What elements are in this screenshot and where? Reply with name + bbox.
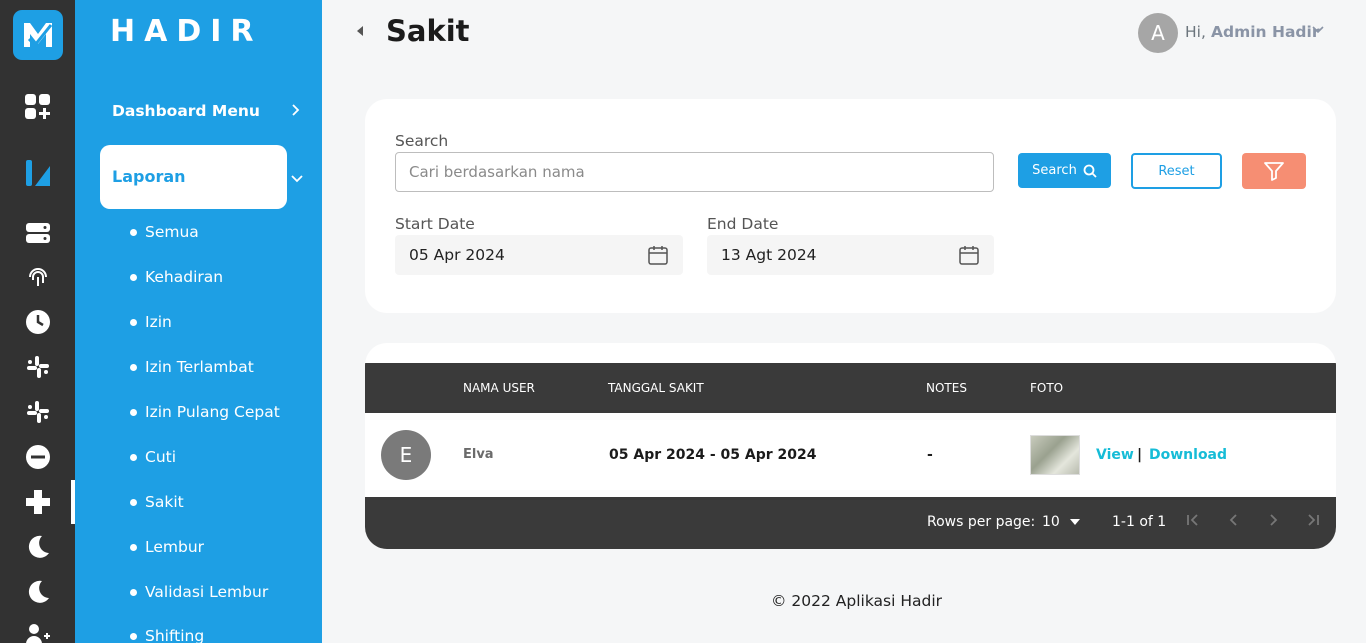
calendar-icon[interactable] bbox=[958, 244, 980, 266]
chevron-down-icon[interactable] bbox=[1312, 23, 1324, 37]
bullet-icon bbox=[130, 318, 137, 326]
search-icon bbox=[1083, 164, 1097, 178]
table-card: NAMA USER TANGGAL SAKIT NOTES FOTO E Elv… bbox=[365, 343, 1336, 549]
filter-icon bbox=[1264, 162, 1284, 181]
footer-copyright: © 2022 Aplikasi Hadir bbox=[771, 592, 943, 610]
search-button[interactable]: Search bbox=[1018, 153, 1111, 188]
sidebar-subitem-validasi-lembur[interactable]: Validasi Lembur bbox=[130, 583, 268, 601]
brand-logo: HADIR bbox=[110, 14, 263, 49]
sidebar-subitem-label: Validasi Lembur bbox=[145, 583, 269, 601]
view-link[interactable]: View bbox=[1096, 447, 1134, 463]
sidebar-subitem-sakit[interactable]: Sakit bbox=[130, 493, 184, 511]
search-label: Search bbox=[395, 132, 449, 150]
minus-circle-icon[interactable] bbox=[23, 442, 53, 472]
column-header-tanggal-sakit[interactable]: TANGGAL SAKIT bbox=[608, 381, 704, 395]
column-header-foto[interactable]: FOTO bbox=[1030, 381, 1063, 395]
reset-button[interactable]: Reset bbox=[1131, 153, 1222, 189]
sidebar-subitem-label: Izin Terlambat bbox=[145, 358, 254, 376]
end-date-field[interactable]: 13 Agt 2024 bbox=[707, 235, 994, 275]
bullet-icon bbox=[130, 588, 137, 596]
moon-icon[interactable] bbox=[23, 532, 53, 562]
first-page-icon[interactable] bbox=[1185, 512, 1201, 532]
sidebar-subitem-izin-pulang-cepat[interactable]: Izin Pulang Cepat bbox=[130, 403, 280, 421]
sidebar-item-dashboard-menu[interactable]: Dashboard Menu bbox=[112, 102, 260, 120]
app-logo-icon[interactable] bbox=[13, 10, 63, 60]
plus-icon[interactable] bbox=[23, 487, 53, 517]
link-separator: | bbox=[1137, 447, 1143, 463]
sidebar: HADIR Dashboard Menu Laporan Semua Kehad… bbox=[75, 0, 322, 643]
cell-notes: - bbox=[927, 447, 933, 463]
end-date-value: 13 Agt 2024 bbox=[721, 246, 817, 264]
add-widget-icon[interactable] bbox=[23, 92, 53, 122]
rows-per-page-value: 10 bbox=[1042, 514, 1060, 530]
clock-icon[interactable] bbox=[23, 307, 53, 337]
photo-thumbnail[interactable] bbox=[1030, 435, 1080, 475]
chevron-right-icon[interactable] bbox=[292, 104, 300, 120]
sidebar-subitem-izin[interactable]: Izin bbox=[130, 313, 172, 331]
sidebar-item-laporan-label: Laporan bbox=[112, 167, 186, 186]
rows-per-page-label: Rows per page: bbox=[927, 514, 1036, 530]
slack-icon[interactable] bbox=[23, 352, 53, 382]
collapse-sidebar-icon[interactable] bbox=[357, 26, 363, 36]
user-swap-icon[interactable] bbox=[23, 620, 53, 643]
column-header-notes[interactable]: NOTES bbox=[926, 381, 967, 395]
next-page-icon[interactable] bbox=[1265, 512, 1281, 532]
filter-card bbox=[365, 99, 1336, 313]
user-menu-name[interactable]: Admin Hadir bbox=[1211, 23, 1319, 41]
table-row: E Elva 05 Apr 2024 - 05 Apr 2024 - View … bbox=[365, 413, 1336, 497]
table-header: NAMA USER TANGGAL SAKIT NOTES FOTO bbox=[365, 363, 1336, 413]
sidebar-subitem-label: Kehadiran bbox=[145, 268, 224, 286]
previous-page-icon[interactable] bbox=[1226, 512, 1242, 532]
sidebar-subitem-label: Izin bbox=[145, 313, 172, 331]
filter-button[interactable] bbox=[1242, 153, 1306, 189]
sidebar-subitem-label: Semua bbox=[145, 223, 199, 241]
calendar-icon[interactable] bbox=[647, 244, 669, 266]
greeting-text: Hi, bbox=[1185, 23, 1206, 41]
cell-nama-user: Elva bbox=[463, 447, 494, 462]
start-date-label: Start Date bbox=[395, 215, 475, 233]
sidebar-subitem-label: Lembur bbox=[145, 538, 205, 556]
fingerprint-icon[interactable] bbox=[23, 262, 53, 292]
start-date-value: 05 Apr 2024 bbox=[409, 246, 505, 264]
table-pagination: Rows per page: 10 1-1 of 1 bbox=[365, 497, 1336, 549]
sidebar-subitem-label: Sakit bbox=[145, 493, 184, 511]
sidebar-subitem-label: Cuti bbox=[145, 448, 177, 466]
end-date-label: End Date bbox=[707, 215, 779, 233]
avatar[interactable]: A bbox=[1138, 13, 1178, 53]
bullet-icon bbox=[130, 273, 137, 281]
sidebar-subitem-semua[interactable]: Semua bbox=[130, 223, 199, 241]
caret-down-icon bbox=[1069, 519, 1080, 525]
bullet-icon bbox=[130, 543, 137, 551]
bullet-icon bbox=[130, 228, 137, 236]
rows-per-page-select[interactable]: 10 bbox=[1042, 514, 1080, 530]
sidebar-subitem-kehadiran[interactable]: Kehadiran bbox=[130, 268, 223, 286]
sidebar-subitem-label: Izin Pulang Cepat bbox=[145, 403, 280, 421]
search-input[interactable] bbox=[395, 152, 994, 192]
brand-icon[interactable] bbox=[23, 158, 53, 188]
cell-tanggal-sakit: 05 Apr 2024 - 05 Apr 2024 bbox=[609, 447, 817, 463]
bullet-icon bbox=[130, 363, 137, 371]
bullet-icon bbox=[130, 408, 137, 416]
avatar: E bbox=[381, 430, 431, 480]
server-icon[interactable] bbox=[23, 218, 53, 248]
download-link[interactable]: Download bbox=[1149, 447, 1227, 463]
sidebar-subitem-shifting[interactable]: Shifting bbox=[130, 627, 204, 643]
pagination-range: 1-1 of 1 bbox=[1112, 514, 1167, 530]
sidebar-subitem-cuti[interactable]: Cuti bbox=[130, 448, 176, 466]
bullet-icon bbox=[130, 632, 137, 640]
moon-icon[interactable] bbox=[23, 577, 53, 607]
sidebar-subitem-lembur[interactable]: Lembur bbox=[130, 538, 204, 556]
slack-icon[interactable] bbox=[23, 397, 53, 427]
search-button-label: Search bbox=[1032, 163, 1077, 178]
sidebar-subitem-izin-terlambat[interactable]: Izin Terlambat bbox=[130, 358, 254, 376]
sidebar-subitem-label: Shifting bbox=[145, 627, 205, 643]
icon-rail bbox=[0, 0, 75, 643]
start-date-field[interactable]: 05 Apr 2024 bbox=[395, 235, 683, 275]
bullet-icon bbox=[130, 453, 137, 461]
last-page-icon[interactable] bbox=[1305, 512, 1321, 532]
bullet-icon bbox=[130, 498, 137, 506]
page-title: Sakit bbox=[386, 14, 470, 48]
column-header-nama-user[interactable]: NAMA USER bbox=[463, 381, 535, 395]
chevron-down-icon[interactable] bbox=[291, 172, 303, 187]
